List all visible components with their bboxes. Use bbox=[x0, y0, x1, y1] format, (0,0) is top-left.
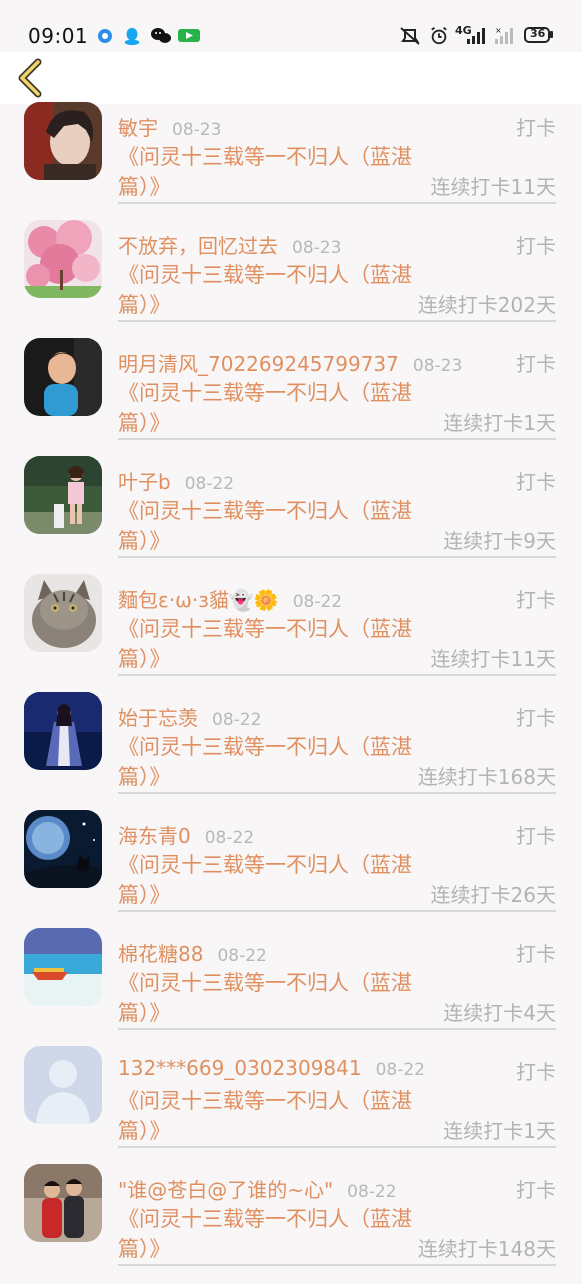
checkin-label: 打卡 bbox=[516, 706, 556, 730]
checkin-date: 08-22 bbox=[212, 710, 262, 730]
checkin-label: 打卡 bbox=[516, 470, 556, 494]
book-title[interactable]: 《问灵十三载等一不归人（蓝湛篇）》 bbox=[118, 614, 418, 674]
checkin-date: 08-23 bbox=[172, 120, 222, 140]
list-item[interactable]: 明月清风_702269245799737 08-23 打卡 《问灵十三载等一不归人… bbox=[0, 338, 582, 458]
divider bbox=[118, 674, 556, 676]
user-name[interactable]: 麵包ε·ω·з貓👻🌼 bbox=[118, 588, 279, 612]
list-item[interactable]: 132***669_0302309841 08-22 打卡 《问灵十三载等一不归人… bbox=[0, 1046, 582, 1166]
book-title[interactable]: 《问灵十三载等一不归人（蓝湛篇）》 bbox=[118, 378, 418, 438]
avatar[interactable] bbox=[24, 692, 102, 770]
signal-icon bbox=[467, 28, 485, 44]
streak-text: 连续打卡4天 bbox=[443, 1001, 556, 1025]
browser-notification-icon bbox=[98, 29, 112, 43]
book-title[interactable]: 《问灵十三载等一不归人（蓝湛篇）》 bbox=[118, 1204, 418, 1264]
qq-icon bbox=[124, 27, 140, 46]
checkin-date: 08-22 bbox=[204, 828, 255, 848]
avatar[interactable] bbox=[24, 220, 102, 298]
streak-text: 连续打卡1天 bbox=[443, 1119, 556, 1143]
divider bbox=[118, 1146, 556, 1148]
chevron-left-icon bbox=[18, 58, 42, 98]
streak-text: 连续打卡9天 bbox=[443, 529, 556, 553]
divider bbox=[118, 792, 556, 794]
battery-tip bbox=[550, 31, 553, 38]
checkin-label: 打卡 bbox=[516, 1060, 556, 1084]
status-time: 09:01 bbox=[28, 24, 89, 48]
divider bbox=[118, 438, 556, 440]
avatar[interactable] bbox=[24, 1164, 102, 1242]
divider bbox=[118, 910, 556, 912]
avatar[interactable] bbox=[24, 102, 102, 180]
checkin-label: 打卡 bbox=[516, 942, 556, 966]
checkin-label: 打卡 bbox=[516, 352, 556, 376]
streak-text: 连续打卡148天 bbox=[417, 1237, 556, 1261]
alarm-icon bbox=[431, 27, 447, 45]
mute-icon bbox=[400, 27, 420, 45]
list-item[interactable]: 敏宇 08-23 打卡 《问灵十三载等一不归人（蓝湛篇）》 连续打卡11天 bbox=[0, 102, 582, 222]
book-title[interactable]: 《问灵十三载等一不归人（蓝湛篇）》 bbox=[118, 260, 418, 320]
avatar[interactable] bbox=[24, 338, 102, 416]
checkin-label: 打卡 bbox=[516, 824, 556, 848]
checkin-date: 08-23 bbox=[292, 238, 342, 258]
checkin-label: 打卡 bbox=[516, 116, 556, 140]
user-name[interactable]: 始于忘羡 bbox=[118, 706, 198, 730]
user-name[interactable]: 海东青0 bbox=[118, 824, 191, 848]
avatar[interactable] bbox=[24, 810, 102, 888]
book-title[interactable]: 《问灵十三载等一不归人（蓝湛篇）》 bbox=[118, 968, 418, 1028]
back-button[interactable] bbox=[12, 56, 52, 100]
streak-text: 连续打卡168天 bbox=[417, 765, 556, 789]
divider bbox=[118, 1028, 556, 1030]
checkin-label: 打卡 bbox=[516, 234, 556, 258]
streak-text: 连续打卡1天 bbox=[443, 411, 556, 435]
streak-text: 连续打卡202天 bbox=[417, 293, 556, 317]
divider bbox=[118, 202, 556, 204]
list-item[interactable]: 叶子b 08-22 打卡 《问灵十三载等一不归人（蓝湛篇）》 连续打卡9天 bbox=[0, 456, 582, 576]
checkin-date: 08-22 bbox=[375, 1060, 425, 1080]
checkin-date: 08-23 bbox=[412, 356, 463, 376]
checkin-label: 打卡 bbox=[516, 588, 556, 612]
battery-icon: 36 bbox=[524, 27, 550, 43]
streak-text: 连续打卡11天 bbox=[430, 175, 556, 199]
list-item[interactable]: 不放弃，回忆过去 08-23 打卡 《问灵十三载等一不归人（蓝湛篇）》 连续打卡2… bbox=[0, 220, 582, 340]
svg-text:×: × bbox=[495, 26, 502, 35]
checkin-date: 08-22 bbox=[292, 592, 343, 612]
list-item[interactable]: 始于忘羡 08-22 打卡 《问灵十三载等一不归人（蓝湛篇）》 连续打卡168天 bbox=[0, 692, 582, 812]
user-name[interactable]: 不放弃，回忆过去 bbox=[118, 234, 278, 258]
book-title[interactable]: 《问灵十三载等一不归人（蓝湛篇）》 bbox=[118, 732, 418, 792]
signal-2-icon: × bbox=[495, 26, 513, 44]
divider bbox=[118, 1264, 556, 1266]
checkin-label: 打卡 bbox=[516, 1178, 556, 1202]
list-item[interactable]: 棉花糖88 08-22 打卡 《问灵十三载等一不归人（蓝湛篇）》 连续打卡4天 bbox=[0, 928, 582, 1048]
user-name[interactable]: 132***669_0302309841 bbox=[118, 1056, 362, 1080]
avatar[interactable] bbox=[24, 1046, 102, 1124]
list-item[interactable]: 麵包ε·ω·з貓👻🌼 08-22 打卡 《问灵十三载等一不归人（蓝湛篇）》 连续打… bbox=[0, 574, 582, 694]
divider bbox=[118, 320, 556, 322]
book-title[interactable]: 《问灵十三载等一不归人（蓝湛篇）》 bbox=[118, 1086, 418, 1146]
list-item[interactable]: 海东青0 08-22 打卡 《问灵十三载等一不归人（蓝湛篇）》 连续打卡26天 bbox=[0, 810, 582, 930]
avatar[interactable] bbox=[24, 574, 102, 652]
wechat-icon bbox=[151, 28, 171, 43]
user-name[interactable]: 敏宇 bbox=[118, 116, 158, 140]
video-app-icon bbox=[178, 29, 200, 42]
checkin-list: 敏宇 08-23 打卡 《问灵十三载等一不归人（蓝湛篇）》 连续打卡11天 不放弃… bbox=[0, 102, 582, 1284]
header-bar bbox=[0, 52, 582, 104]
divider bbox=[118, 556, 556, 558]
status-bar: 09:01 4G × 36 bbox=[0, 0, 582, 52]
streak-text: 连续打卡26天 bbox=[430, 883, 556, 907]
checkin-date: 08-22 bbox=[347, 1182, 397, 1202]
book-title[interactable]: 《问灵十三载等一不归人（蓝湛篇）》 bbox=[118, 142, 418, 202]
checkin-date: 08-22 bbox=[217, 946, 267, 966]
user-name[interactable]: 棉花糖88 bbox=[118, 942, 203, 966]
book-title[interactable]: 《问灵十三载等一不归人（蓝湛篇）》 bbox=[118, 850, 418, 910]
user-name[interactable]: 明月清风_702269245799737 bbox=[118, 352, 399, 376]
user-name[interactable]: 叶子b bbox=[118, 470, 171, 494]
avatar[interactable] bbox=[24, 456, 102, 534]
user-name[interactable]: "谁@苍白@了谁的~心" bbox=[118, 1178, 333, 1202]
book-title[interactable]: 《问灵十三载等一不归人（蓝湛篇）》 bbox=[118, 496, 418, 556]
avatar[interactable] bbox=[24, 928, 102, 1006]
streak-text: 连续打卡11天 bbox=[430, 647, 556, 671]
checkin-date: 08-22 bbox=[184, 474, 235, 494]
list-item[interactable]: "谁@苍白@了谁的~心" 08-22 打卡 《问灵十三载等一不归人（蓝湛篇）》 连… bbox=[0, 1164, 582, 1284]
